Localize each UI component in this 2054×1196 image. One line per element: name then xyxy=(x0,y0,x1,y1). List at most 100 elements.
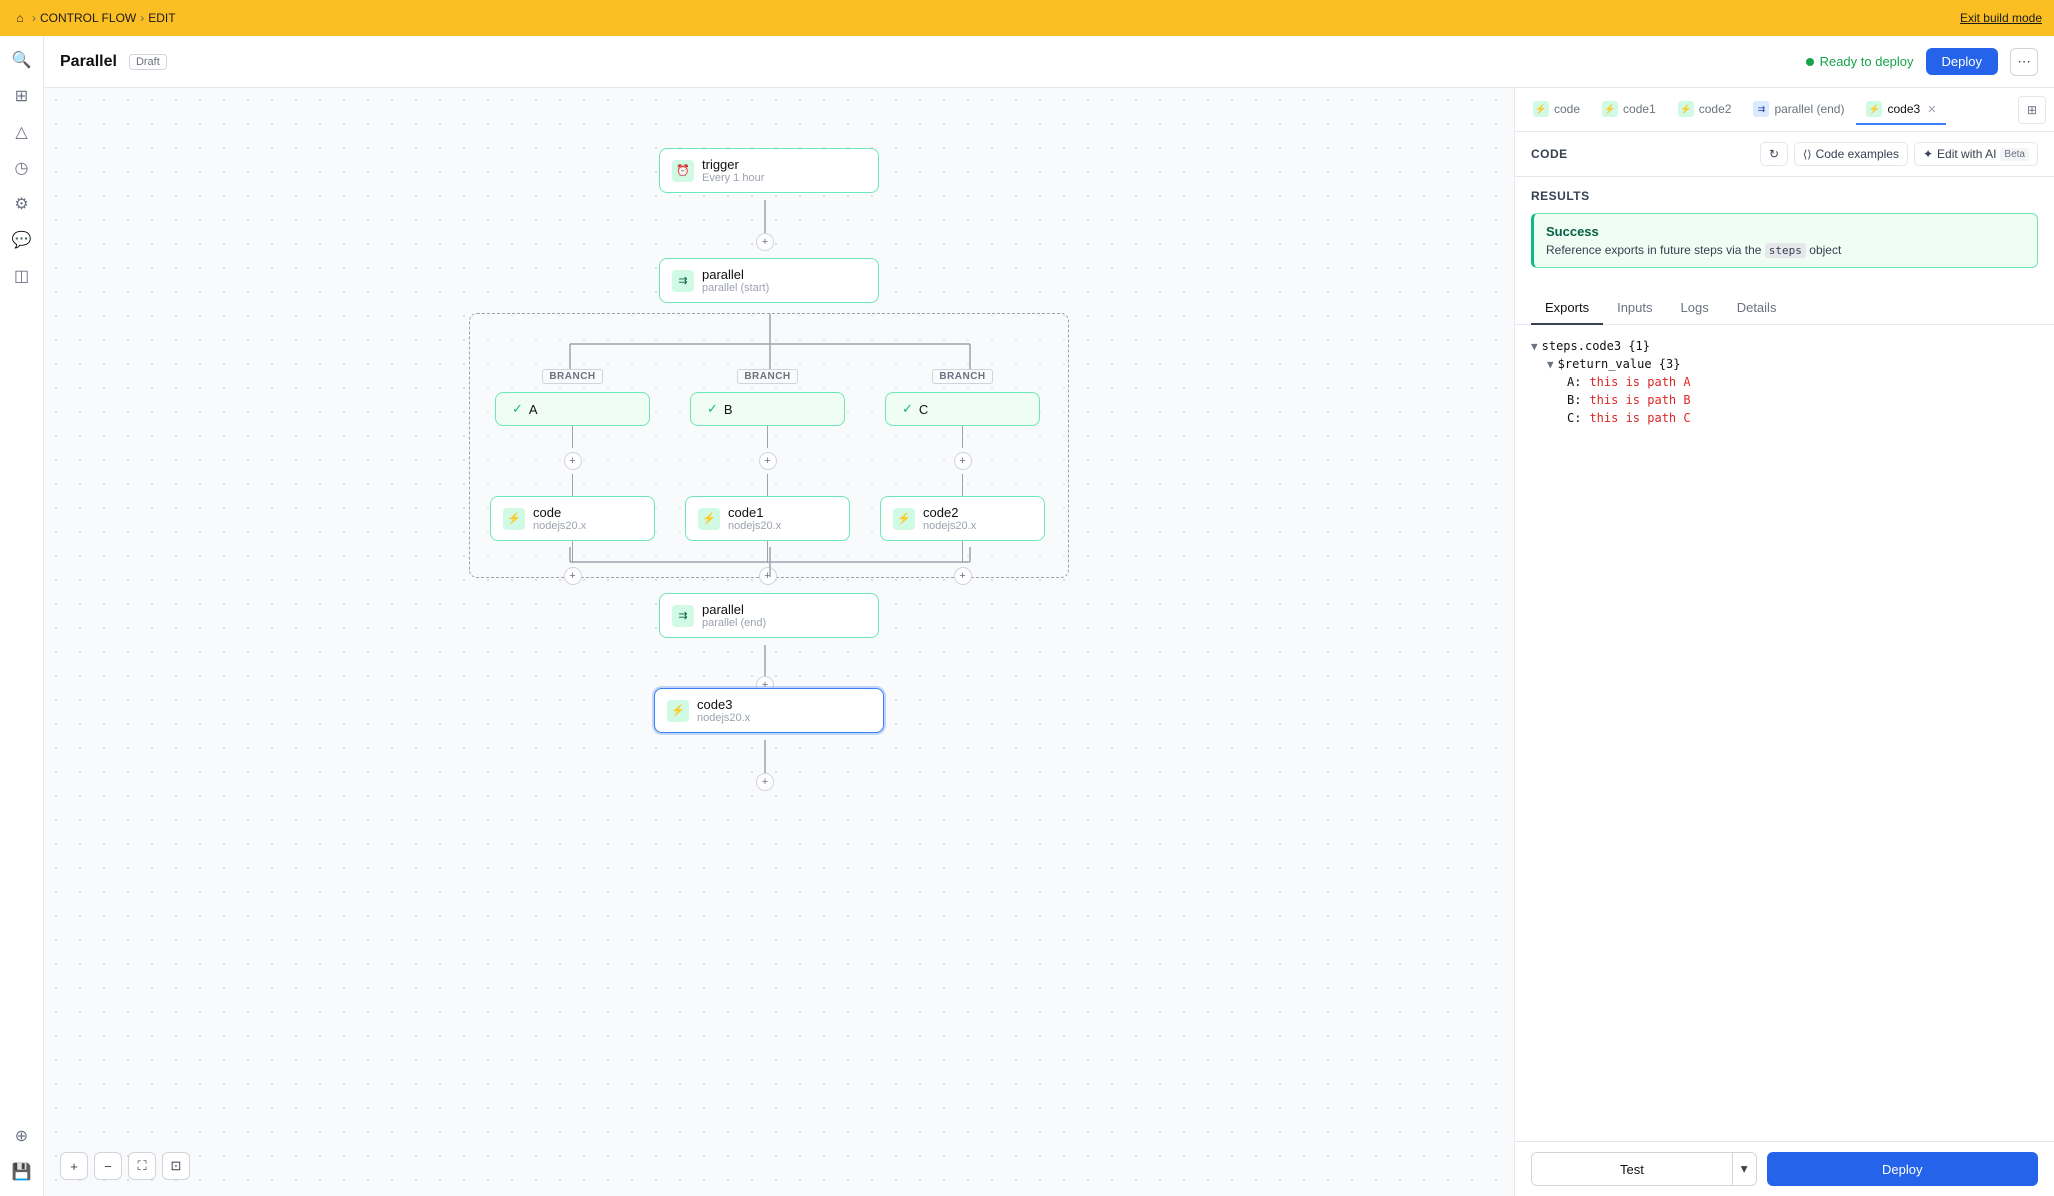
breadcrumb-edit[interactable]: EDIT xyxy=(148,11,175,25)
header-deploy-button[interactable]: Deploy xyxy=(1926,48,1998,75)
tab-parallel-end-icon: ⇉ xyxy=(1753,101,1769,117)
success-title: Success xyxy=(1546,224,2025,239)
branch-a-column: BRANCH ✓ A + ⚡ xyxy=(490,369,655,589)
code3-name: code3 xyxy=(697,697,750,712)
flow-canvas[interactable]: ⏰ trigger Every 1 hour + xyxy=(44,88,1514,1196)
tree-child-row[interactable]: ▼ $return_value {3} xyxy=(1531,355,2038,373)
branch-a-connector xyxy=(572,426,573,448)
branch-b-connector2 xyxy=(767,474,768,496)
sidebar-search-icon[interactable]: 🔍 xyxy=(6,44,38,76)
sidebar-layout-icon[interactable]: ⊞ xyxy=(6,80,38,112)
top-bar: ⌂ › CONTROL FLOW › EDIT Exit build mode xyxy=(0,0,2054,36)
subtab-logs[interactable]: Logs xyxy=(1667,292,1723,325)
test-caret-button[interactable]: ▾ xyxy=(1732,1153,1756,1185)
more-options-button[interactable]: ⋯ xyxy=(2010,48,2038,76)
add-between-trigger-parallel[interactable]: + xyxy=(756,233,774,251)
success-desc-prefix: Reference exports in future steps via th… xyxy=(1546,243,1761,257)
branch-c-code-icon: ⚡ xyxy=(893,508,915,530)
canvas-toolbar: + − ⛶ ⊡ xyxy=(60,1152,190,1180)
branch-c-check-icon: ✓ xyxy=(902,401,913,417)
tab-code3-close-button[interactable]: ✕ xyxy=(1927,103,1936,116)
tab-code[interactable]: ⚡ code xyxy=(1523,95,1590,125)
panel-deploy-button[interactable]: Deploy xyxy=(1767,1152,2039,1186)
code-icon: ⟨⟩ xyxy=(1803,148,1812,161)
trigger-node[interactable]: ⏰ trigger Every 1 hour xyxy=(659,148,879,193)
branch-a-node[interactable]: ✓ A xyxy=(495,392,650,426)
branch-b-code-node[interactable]: ⚡ code1 nodejs20.x xyxy=(685,496,850,541)
branch-c-code-sub: nodejs20.x xyxy=(923,520,976,532)
tree-item-b-value: this is path B xyxy=(1589,393,1690,407)
parallel-end-icon: ⇉ xyxy=(672,605,694,627)
tab-code1-label: code1 xyxy=(1623,102,1656,116)
code3-node[interactable]: ⚡ code3 nodejs20.x xyxy=(654,688,884,733)
tree-root-row[interactable]: ▼ steps.code3 {1} xyxy=(1531,337,2038,355)
branch-b-node[interactable]: ✓ B xyxy=(690,392,845,426)
canvas-zoom-in-button[interactable]: + xyxy=(60,1152,88,1180)
branch-b-name: B xyxy=(724,402,733,417)
branch-c-add-button2[interactable]: + xyxy=(954,567,972,585)
tab-parallel-end[interactable]: ⇉ parallel (end) xyxy=(1743,95,1854,125)
branch-a-code-icon: ⚡ xyxy=(503,508,525,530)
parallel-start-sub: parallel (start) xyxy=(702,282,769,294)
branch-b-add-button[interactable]: + xyxy=(759,452,777,470)
tree-item-b-key: B: xyxy=(1567,393,1581,407)
branch-a-add-button2[interactable]: + xyxy=(564,567,582,585)
branch-a-code-name: code xyxy=(533,505,586,520)
tab-code3-label: code3 xyxy=(1887,102,1920,116)
trigger-sub: Every 1 hour xyxy=(702,172,764,184)
subtab-exports[interactable]: Exports xyxy=(1531,292,1603,325)
sub-tabs: Exports Inputs Logs Details xyxy=(1515,292,2054,325)
tab-code1[interactable]: ⚡ code1 xyxy=(1592,95,1666,125)
branch-a-code-node[interactable]: ⚡ code nodejs20.x xyxy=(490,496,655,541)
panel-tabs: ⚡ code ⚡ code1 ⚡ code2 ⇉ parallel (end) xyxy=(1515,88,2054,132)
success-code: steps xyxy=(1765,243,1806,258)
parallel-start-icon: ⇉ xyxy=(672,270,694,292)
branch-b-connector3 xyxy=(767,541,768,563)
tree-child-arrow[interactable]: ▼ xyxy=(1547,358,1554,371)
sidebar-chat-icon[interactable]: 💬 xyxy=(6,224,38,256)
ai-icon: ✦ xyxy=(1923,147,1933,161)
branch-a-add-button[interactable]: + xyxy=(564,452,582,470)
parallel-end-node[interactable]: ⇉ parallel parallel (end) xyxy=(659,593,879,638)
edit-ai-button[interactable]: ✦ Edit with AI Beta xyxy=(1914,142,2038,166)
branch-a-name: A xyxy=(529,402,538,417)
breadcrumb-control-flow[interactable]: CONTROL FLOW xyxy=(40,11,136,25)
branch-c-node[interactable]: ✓ C xyxy=(885,392,1040,426)
add-after-code3[interactable]: + xyxy=(756,773,774,791)
tree-root-arrow[interactable]: ▼ xyxy=(1531,340,1538,353)
test-button[interactable]: Test xyxy=(1532,1153,1732,1185)
subtab-inputs[interactable]: Inputs xyxy=(1603,292,1666,325)
tab-code3[interactable]: ⚡ code3 ✕ xyxy=(1856,95,1946,125)
sidebar-clock-icon[interactable]: ◷ xyxy=(6,152,38,184)
branch-c-column: BRANCH ✓ C + ⚡ xyxy=(880,369,1045,589)
app-title: Parallel xyxy=(60,53,117,71)
branch-c-code-node[interactable]: ⚡ code2 nodejs20.x xyxy=(880,496,1045,541)
sidebar-add-square-icon[interactable]: ⊕ xyxy=(6,1120,38,1152)
sidebar-tag-icon[interactable]: ◫ xyxy=(6,260,38,292)
home-icon[interactable]: ⌂ xyxy=(12,10,28,26)
exit-build-mode-link[interactable]: Exit build mode xyxy=(1960,11,2042,25)
code-examples-button[interactable]: ⟨⟩ Code examples xyxy=(1794,142,1908,166)
branch-a-code-sub: nodejs20.x xyxy=(533,520,586,532)
tab-code2[interactable]: ⚡ code2 xyxy=(1668,95,1742,125)
canvas-lock-button[interactable]: ⊡ xyxy=(162,1152,190,1180)
refresh-button[interactable]: ↻ xyxy=(1760,142,1788,166)
code-section-title: CODE xyxy=(1531,147,1568,161)
sidebar-warning-icon[interactable]: △ xyxy=(6,116,38,148)
tree-item-c-key: C: xyxy=(1567,411,1581,425)
trigger-icon: ⏰ xyxy=(672,160,694,182)
canvas-fit-button[interactable]: ⛶ xyxy=(128,1152,156,1180)
tree-item-a-key: A: xyxy=(1567,375,1581,389)
tab-grid-button[interactable]: ⊞ xyxy=(2018,96,2046,124)
parallel-start-node[interactable]: ⇉ parallel parallel (start) xyxy=(659,258,879,303)
branch-c-add-button[interactable]: + xyxy=(954,452,972,470)
branch-b-add-button2[interactable]: + xyxy=(759,567,777,585)
sidebar-save-icon[interactable]: 💾 xyxy=(6,1156,38,1188)
canvas-zoom-out-button[interactable]: − xyxy=(94,1152,122,1180)
branch-b-code-name: code1 xyxy=(728,505,781,520)
sidebar-settings-icon[interactable]: ⚙ xyxy=(6,188,38,220)
panel-footer: Test ▾ Deploy xyxy=(1515,1141,2054,1196)
trigger-name: trigger xyxy=(702,157,764,172)
subtab-details[interactable]: Details xyxy=(1723,292,1791,325)
tree-item-a-row: A: this is path A xyxy=(1531,373,2038,391)
